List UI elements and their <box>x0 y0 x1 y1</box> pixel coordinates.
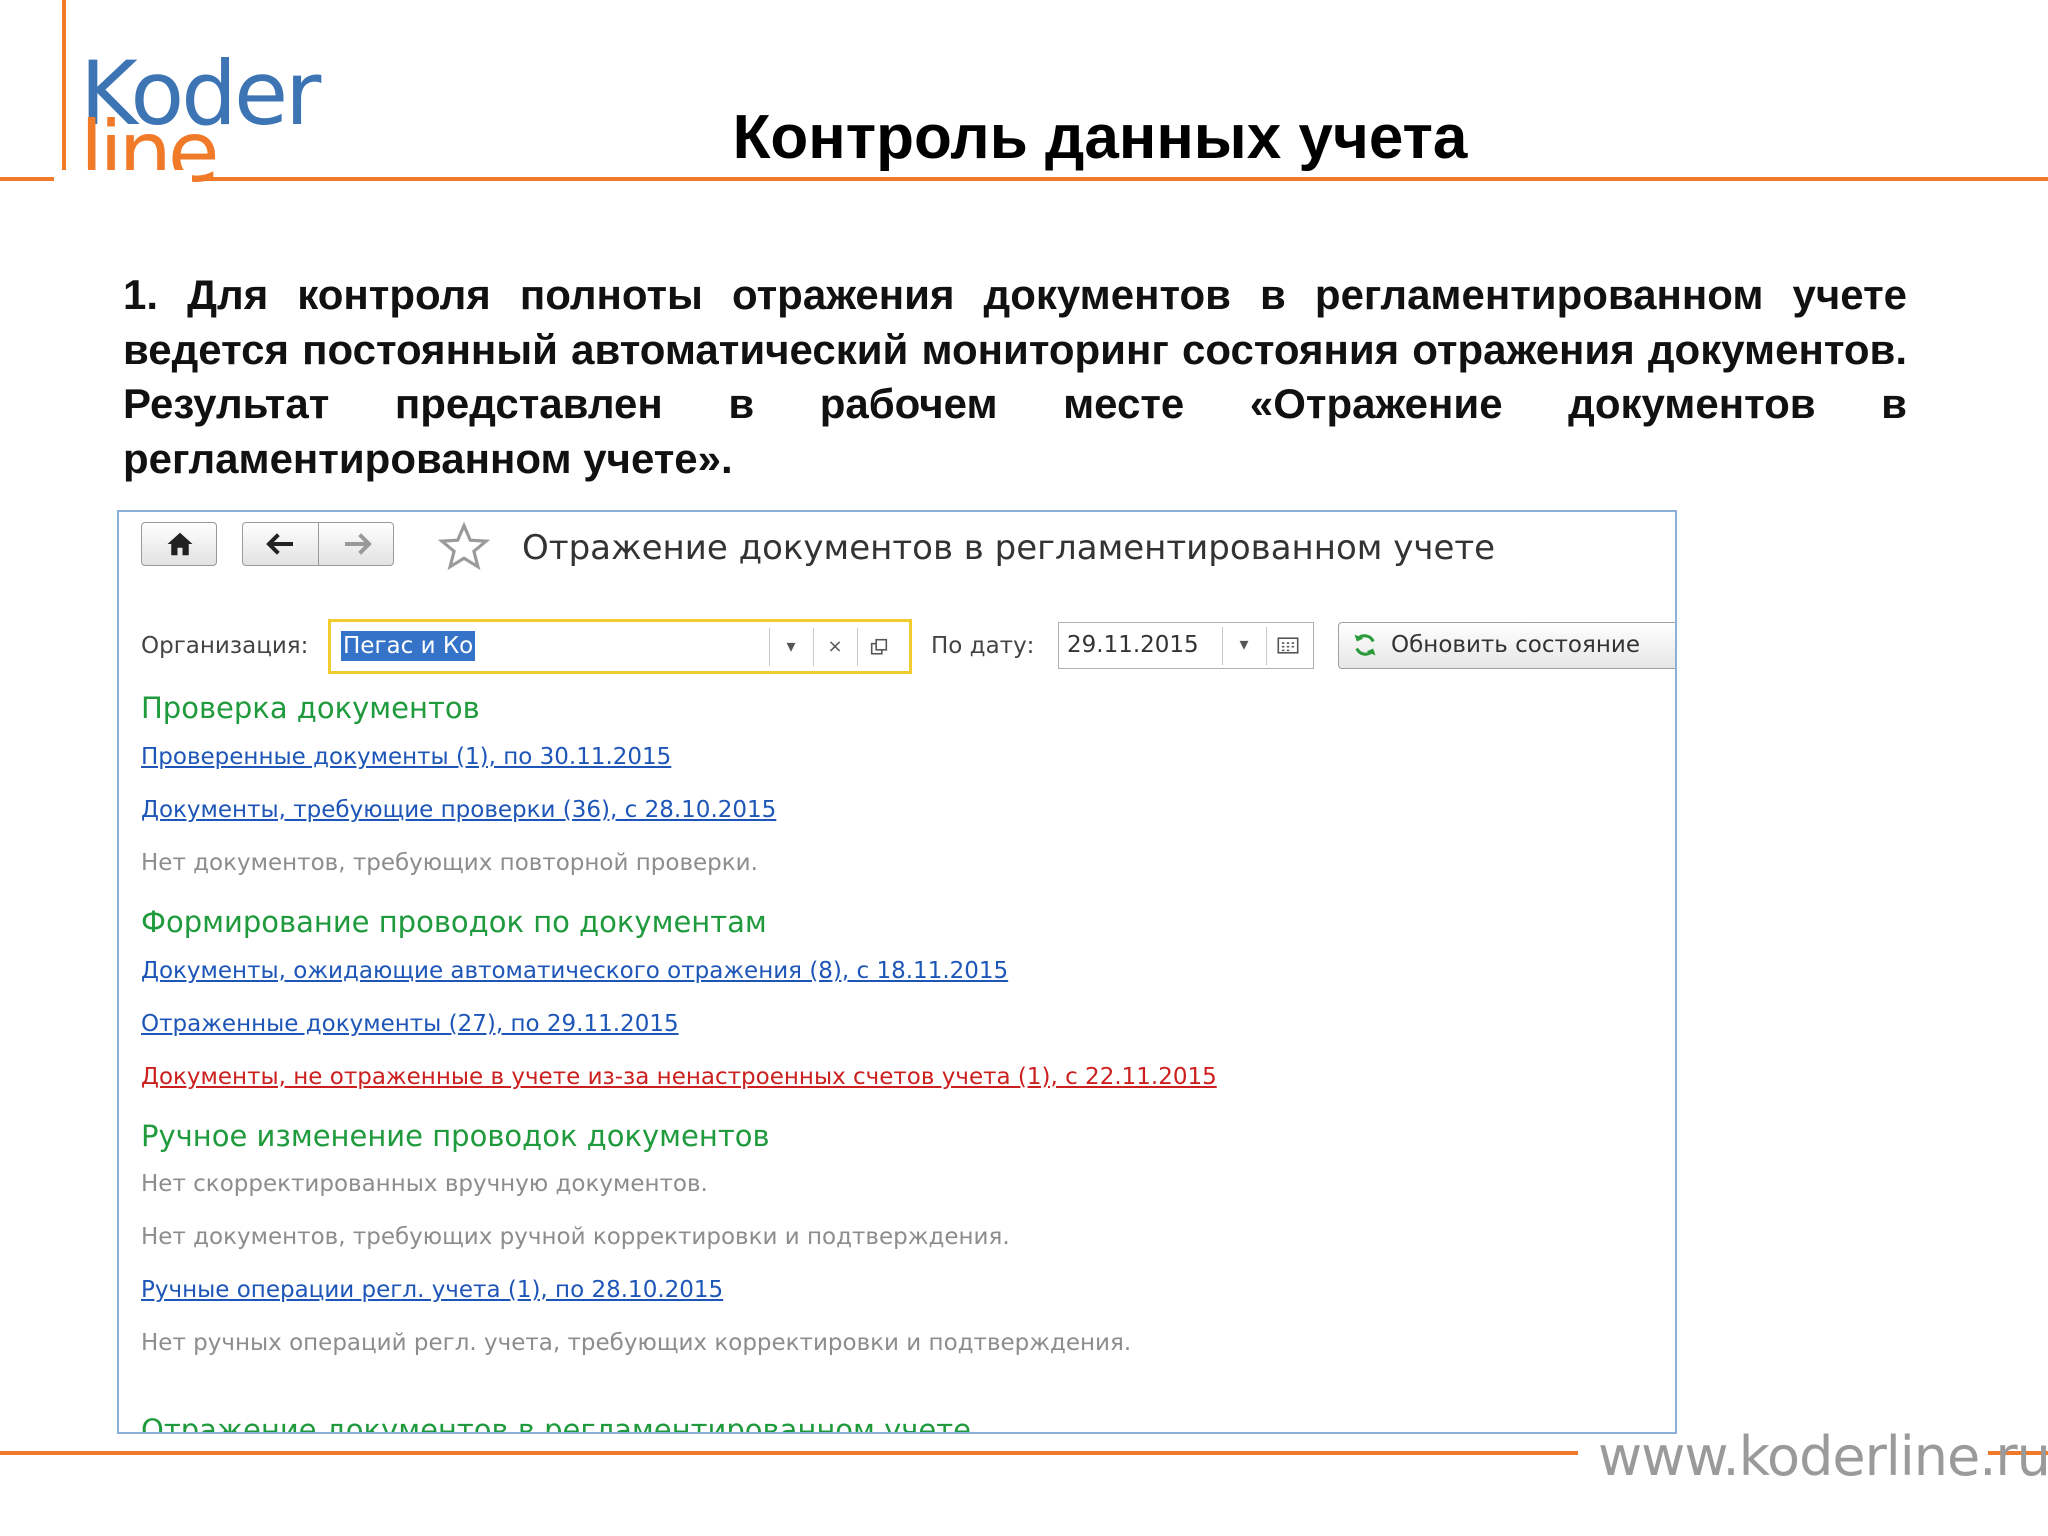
forward-button[interactable] <box>318 522 394 566</box>
date-label: По дату: <box>931 633 1035 659</box>
refresh-status-button[interactable]: Обновить состояние <box>1338 622 1675 669</box>
note-no-manual-confirmation: Нет документов, требующих ручной коррект… <box>141 1224 1010 1250</box>
organization-field[interactable]: Пегас и Ко ▾ × <box>328 619 912 674</box>
date-value[interactable]: 29.11.2015 <box>1067 630 1199 660</box>
dropdown-icon[interactable]: ▾ <box>773 631 809 663</box>
back-button[interactable] <box>242 522 318 566</box>
refresh-status-label: Обновить состояние <box>1391 632 1640 658</box>
organization-label: Организация: <box>141 633 309 659</box>
window-title: Отражение документов в регламентированно… <box>522 528 1496 568</box>
link-checked-documents[interactable]: Проверенные документы (1), по 30.11.2015 <box>141 742 671 772</box>
link-awaiting-auto-posting[interactable]: Документы, ожидающие автоматического отр… <box>141 956 1008 986</box>
section-heading-manual-changes: Ручное изменение проводок документов <box>141 1119 770 1153</box>
note-no-manual-operations: Нет ручных операций регл. учета, требующ… <box>141 1330 1132 1356</box>
app-window: Отражение документов в регламентированно… <box>117 510 1677 1434</box>
link-posted-documents[interactable]: Отраженные документы (27), по 29.11.2015 <box>141 1009 679 1039</box>
dropdown-icon[interactable]: ▾ <box>1226 629 1262 661</box>
home-button[interactable] <box>141 522 217 566</box>
star-icon[interactable] <box>437 520 491 574</box>
header-rule <box>0 177 2048 181</box>
field-separator <box>1266 627 1267 665</box>
link-unposted-documents[interactable]: Документы, не отраженные в учете из-за н… <box>141 1062 1217 1092</box>
field-separator <box>813 628 814 666</box>
calendar-icon[interactable] <box>1270 629 1306 661</box>
date-field[interactable]: 29.11.2015 ▾ <box>1058 622 1314 669</box>
link-manual-operations[interactable]: Ручные операции регл. учета (1), по 28.1… <box>141 1275 723 1305</box>
slide-title: Контроль данных учета <box>732 103 1468 172</box>
footer-url: www.koderline.ru <box>1598 1425 2048 1488</box>
header-rule-gap <box>54 170 192 186</box>
refresh-icon <box>1354 634 1376 656</box>
field-separator <box>1222 627 1223 665</box>
note-no-recheck: Нет документов, требующих повторной пров… <box>141 850 758 876</box>
link-documents-need-check[interactable]: Документы, требующие проверки (36), с 28… <box>141 795 776 825</box>
clear-icon[interactable]: × <box>817 631 853 663</box>
home-icon <box>167 532 193 556</box>
field-separator <box>857 628 858 666</box>
intro-paragraph: 1. Для контроля полноты отражения докуме… <box>123 271 1907 482</box>
arrow-left-icon <box>266 533 293 555</box>
organization-value[interactable]: Пегас и Ко <box>341 631 476 661</box>
section-heading-postings: Формирование проводок по документам <box>141 905 767 939</box>
note-no-manual-corrected: Нет скорректированных вручную документов… <box>141 1171 708 1197</box>
section-heading-cut-off: Отражение документов в регламентированно… <box>141 1413 971 1434</box>
field-separator <box>769 628 770 666</box>
arrow-right-icon <box>345 533 372 555</box>
section-heading-document-check: Проверка документов <box>141 691 480 725</box>
open-icon[interactable] <box>861 631 897 663</box>
logo-accent-line <box>62 0 66 175</box>
